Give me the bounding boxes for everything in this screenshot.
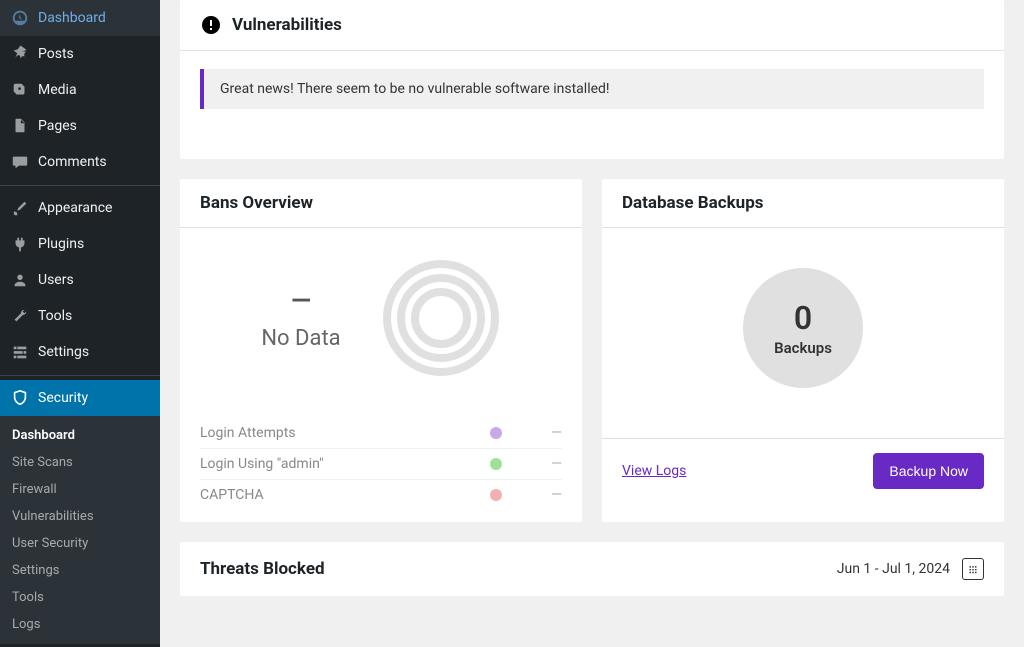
sidebar-item-appearance[interactable]: Appearance	[0, 190, 160, 226]
sidebar-item-tools[interactable]: Tools	[0, 298, 160, 334]
submenu-item-dashboard[interactable]: Dashboard	[0, 422, 160, 449]
vulnerabilities-alert: Great news! There seem to be no vulnerab…	[200, 69, 984, 109]
ring-chart-placeholder	[381, 258, 501, 378]
sidebar-item-label: Comments	[38, 154, 107, 170]
threats-header: Threats Blocked Jun 1 - Jul 1, 2024	[180, 542, 1004, 596]
bans-legend: Login Attempts — Login Using "admin" — C…	[200, 418, 562, 510]
submenu-item-vulnerabilities[interactable]: Vulnerabilities	[0, 503, 160, 530]
bans-overview-title: Bans Overview	[200, 193, 313, 213]
legend-dot	[490, 458, 502, 470]
sidebar-item-plugins[interactable]: Plugins	[0, 226, 160, 262]
user-icon	[10, 270, 30, 290]
submenu-item-site-scans[interactable]: Site Scans	[0, 449, 160, 476]
pages-icon	[10, 116, 30, 136]
legend-label: Login Attempts	[200, 425, 490, 441]
brush-icon	[10, 198, 30, 218]
bans-chart: — No Data	[200, 228, 562, 408]
settings-icon	[10, 342, 30, 362]
bans-overview-card: Bans Overview — No Data Login	[180, 179, 582, 522]
sidebar-item-settings[interactable]: Settings	[0, 334, 160, 370]
backup-count-circle: 0 Backups	[743, 268, 863, 388]
legend-value: —	[542, 425, 562, 441]
sidebar-item-label: Appearance	[38, 200, 112, 216]
submenu-item-firewall[interactable]: Firewall	[0, 476, 160, 503]
security-submenu: Dashboard Site Scans Firewall Vulnerabil…	[0, 416, 160, 644]
sidebar-item-pages[interactable]: Pages	[0, 108, 160, 144]
alert-icon	[200, 14, 222, 36]
submenu-item-logs[interactable]: Logs	[0, 611, 160, 638]
submenu-item-tools[interactable]: Tools	[0, 584, 160, 611]
no-data-dash: —	[261, 286, 340, 316]
sidebar-item-label: Users	[38, 272, 74, 288]
sidebar-item-label: Media	[38, 82, 77, 98]
legend-row-captcha: CAPTCHA —	[200, 480, 562, 510]
view-logs-link[interactable]: View Logs	[622, 463, 686, 479]
sidebar-item-label: Settings	[38, 344, 89, 360]
no-data-label: — No Data	[261, 286, 340, 351]
sidebar-item-posts[interactable]: Posts	[0, 36, 160, 72]
sidebar-item-label: Plugins	[38, 236, 84, 252]
sidebar-item-label: Tools	[38, 308, 72, 324]
sidebar-item-label: Security	[38, 390, 88, 406]
sidebar-item-dashboard[interactable]: Dashboard	[0, 0, 160, 36]
database-backups-card: Database Backups 0 Backups View Logs Bac…	[602, 179, 1004, 522]
legend-value: —	[542, 456, 562, 472]
sidebar-item-label: Dashboard	[38, 10, 106, 26]
legend-row-login-attempts: Login Attempts —	[200, 418, 562, 449]
date-range-text: Jun 1 - Jul 1, 2024	[837, 561, 950, 577]
admin-sidebar: Dashboard Posts Media Pages Comments App…	[0, 0, 160, 647]
sidebar-item-label: Posts	[38, 46, 74, 62]
sidebar-item-comments[interactable]: Comments	[0, 144, 160, 180]
submenu-item-settings[interactable]: Settings	[0, 557, 160, 584]
submenu-item-user-security[interactable]: User Security	[0, 530, 160, 557]
legend-dot	[490, 489, 502, 501]
legend-row-login-admin: Login Using "admin" —	[200, 449, 562, 480]
shield-icon	[10, 388, 30, 408]
threats-title: Threats Blocked	[200, 559, 325, 579]
legend-label: CAPTCHA	[200, 487, 490, 503]
vulnerabilities-title: Vulnerabilities	[232, 15, 342, 35]
calendar-icon[interactable]	[962, 558, 984, 580]
vulnerabilities-card: Vulnerabilities Great news! There seem t…	[180, 0, 1004, 159]
threats-blocked-card: Threats Blocked Jun 1 - Jul 1, 2024	[180, 542, 1004, 596]
no-data-text: No Data	[261, 326, 340, 351]
backup-now-button[interactable]: Backup Now	[873, 453, 984, 489]
backups-footer: View Logs Backup Now	[602, 438, 1004, 503]
sidebar-item-security[interactable]: Security	[0, 380, 160, 416]
sidebar-item-media[interactable]: Media	[0, 72, 160, 108]
dashboard-icon	[10, 8, 30, 28]
legend-dot	[490, 427, 502, 439]
sidebar-item-users[interactable]: Users	[0, 262, 160, 298]
plug-icon	[10, 234, 30, 254]
backup-count: 0	[794, 299, 812, 337]
backup-count-label: Backups	[774, 339, 832, 357]
sidebar-item-label: Pages	[38, 118, 77, 134]
database-backups-title: Database Backups	[622, 193, 764, 213]
vulnerabilities-header: Vulnerabilities	[180, 0, 1004, 51]
legend-label: Login Using "admin"	[200, 456, 490, 472]
pin-icon	[10, 44, 30, 64]
date-range: Jun 1 - Jul 1, 2024	[837, 558, 984, 580]
main-content: Vulnerabilities Great news! There seem t…	[160, 0, 1024, 647]
wrench-icon	[10, 306, 30, 326]
media-icon	[10, 80, 30, 100]
comment-icon	[10, 152, 30, 172]
legend-value: —	[542, 487, 562, 503]
